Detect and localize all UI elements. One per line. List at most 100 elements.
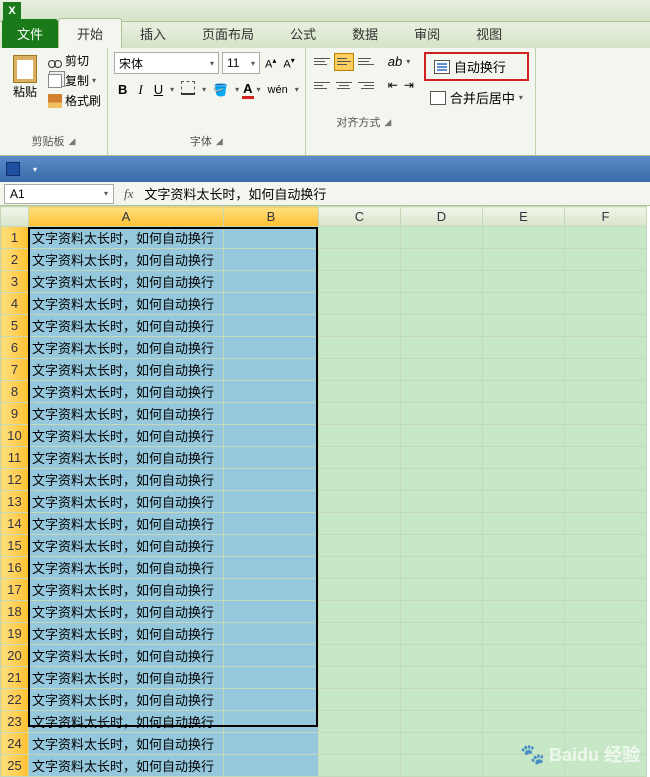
cell-B11[interactable] [224, 447, 319, 469]
alignment-launcher-icon[interactable]: ◢ [384, 117, 391, 128]
row-head-15[interactable]: 15 [1, 535, 29, 557]
cell-D3[interactable] [401, 271, 483, 293]
tab-data[interactable]: 数据 [334, 19, 396, 48]
increase-font-button[interactable]: A▴ [263, 54, 278, 73]
underline-button[interactable]: U [150, 80, 167, 99]
cell-B6[interactable] [224, 337, 319, 359]
cell-E3[interactable] [483, 271, 565, 293]
cell-F16[interactable] [565, 557, 647, 579]
cell-A12[interactable]: 文字资料太长时，如何自动换行 [29, 469, 224, 491]
cell-B14[interactable] [224, 513, 319, 535]
cell-C24[interactable] [319, 733, 401, 755]
col-head-F[interactable]: F [565, 207, 647, 227]
format-painter-button[interactable]: 格式刷 [48, 92, 101, 109]
cell-E2[interactable] [483, 249, 565, 271]
cell-B23[interactable] [224, 711, 319, 733]
cell-A25[interactable]: 文字资料太长时，如何自动换行 [29, 755, 224, 777]
cell-D22[interactable] [401, 689, 483, 711]
cell-A8[interactable]: 文字资料太长时，如何自动换行 [29, 381, 224, 403]
cell-E22[interactable] [483, 689, 565, 711]
select-all-corner[interactable] [1, 207, 29, 227]
cell-F13[interactable] [565, 491, 647, 513]
cell-A2[interactable]: 文字资料太长时，如何自动换行 [29, 249, 224, 271]
worksheet-grid[interactable]: ABCDEF1文字资料太长时，如何自动换行2文字资料太长时，如何自动换行3文字资… [0, 206, 650, 777]
orientation-button[interactable]: ab [386, 52, 404, 71]
cell-D24[interactable] [401, 733, 483, 755]
cell-D15[interactable] [401, 535, 483, 557]
row-head-23[interactable]: 23 [1, 711, 29, 733]
cell-A9[interactable]: 文字资料太长时，如何自动换行 [29, 403, 224, 425]
cell-D12[interactable] [401, 469, 483, 491]
cell-F9[interactable] [565, 403, 647, 425]
cell-A15[interactable]: 文字资料太长时，如何自动换行 [29, 535, 224, 557]
cell-C13[interactable] [319, 491, 401, 513]
cell-A7[interactable]: 文字资料太长时，如何自动换行 [29, 359, 224, 381]
font-color-button[interactable]: A [242, 81, 253, 99]
cell-C21[interactable] [319, 667, 401, 689]
row-head-14[interactable]: 14 [1, 513, 29, 535]
cell-E11[interactable] [483, 447, 565, 469]
cell-C4[interactable] [319, 293, 401, 315]
col-head-D[interactable]: D [401, 207, 483, 227]
cell-E12[interactable] [483, 469, 565, 491]
row-head-6[interactable]: 6 [1, 337, 29, 359]
cell-E13[interactable] [483, 491, 565, 513]
cell-B4[interactable] [224, 293, 319, 315]
name-box[interactable]: A1▾ [4, 184, 114, 204]
copy-button[interactable]: 复制▾ [48, 72, 101, 89]
row-head-21[interactable]: 21 [1, 667, 29, 689]
cell-B22[interactable] [224, 689, 319, 711]
cell-B5[interactable] [224, 315, 319, 337]
align-center-button[interactable] [334, 76, 354, 94]
cell-E8[interactable] [483, 381, 565, 403]
cell-C5[interactable] [319, 315, 401, 337]
font-name-select[interactable]: 宋体▾ [114, 52, 219, 74]
row-head-13[interactable]: 13 [1, 491, 29, 513]
tab-page-layout[interactable]: 页面布局 [184, 19, 272, 48]
cell-E18[interactable] [483, 601, 565, 623]
font-launcher-icon[interactable]: ◢ [216, 136, 223, 147]
cut-button[interactable]: 剪切 [48, 52, 101, 69]
decrease-indent-button[interactable]: ⇤ [386, 76, 400, 94]
cell-C6[interactable] [319, 337, 401, 359]
cell-F2[interactable] [565, 249, 647, 271]
row-head-2[interactable]: 2 [1, 249, 29, 271]
cell-C17[interactable] [319, 579, 401, 601]
cell-E5[interactable] [483, 315, 565, 337]
cell-D13[interactable] [401, 491, 483, 513]
cell-A3[interactable]: 文字资料太长时，如何自动换行 [29, 271, 224, 293]
cell-C9[interactable] [319, 403, 401, 425]
cell-B2[interactable] [224, 249, 319, 271]
cell-F11[interactable] [565, 447, 647, 469]
cell-A1[interactable]: 文字资料太长时，如何自动换行 [29, 227, 224, 249]
cell-F18[interactable] [565, 601, 647, 623]
align-bottom-button[interactable] [356, 53, 376, 71]
cell-A4[interactable]: 文字资料太长时，如何自动换行 [29, 293, 224, 315]
increase-indent-button[interactable]: ⇥ [402, 76, 416, 94]
cell-F8[interactable] [565, 381, 647, 403]
col-head-E[interactable]: E [483, 207, 565, 227]
cell-B13[interactable] [224, 491, 319, 513]
align-top-button[interactable] [312, 53, 332, 71]
col-head-C[interactable]: C [319, 207, 401, 227]
cell-F6[interactable] [565, 337, 647, 359]
row-head-22[interactable]: 22 [1, 689, 29, 711]
cell-B7[interactable] [224, 359, 319, 381]
row-head-9[interactable]: 9 [1, 403, 29, 425]
cell-E4[interactable] [483, 293, 565, 315]
tab-review[interactable]: 审阅 [396, 19, 458, 48]
cell-F15[interactable] [565, 535, 647, 557]
row-head-3[interactable]: 3 [1, 271, 29, 293]
cell-A19[interactable]: 文字资料太长时，如何自动换行 [29, 623, 224, 645]
cell-D11[interactable] [401, 447, 483, 469]
cell-E9[interactable] [483, 403, 565, 425]
cell-D10[interactable] [401, 425, 483, 447]
cell-F12[interactable] [565, 469, 647, 491]
cell-D7[interactable] [401, 359, 483, 381]
cell-D6[interactable] [401, 337, 483, 359]
row-head-16[interactable]: 16 [1, 557, 29, 579]
italic-button[interactable]: I [134, 80, 146, 100]
cell-F23[interactable] [565, 711, 647, 733]
cell-A24[interactable]: 文字资料太长时，如何自动换行 [29, 733, 224, 755]
cell-F10[interactable] [565, 425, 647, 447]
